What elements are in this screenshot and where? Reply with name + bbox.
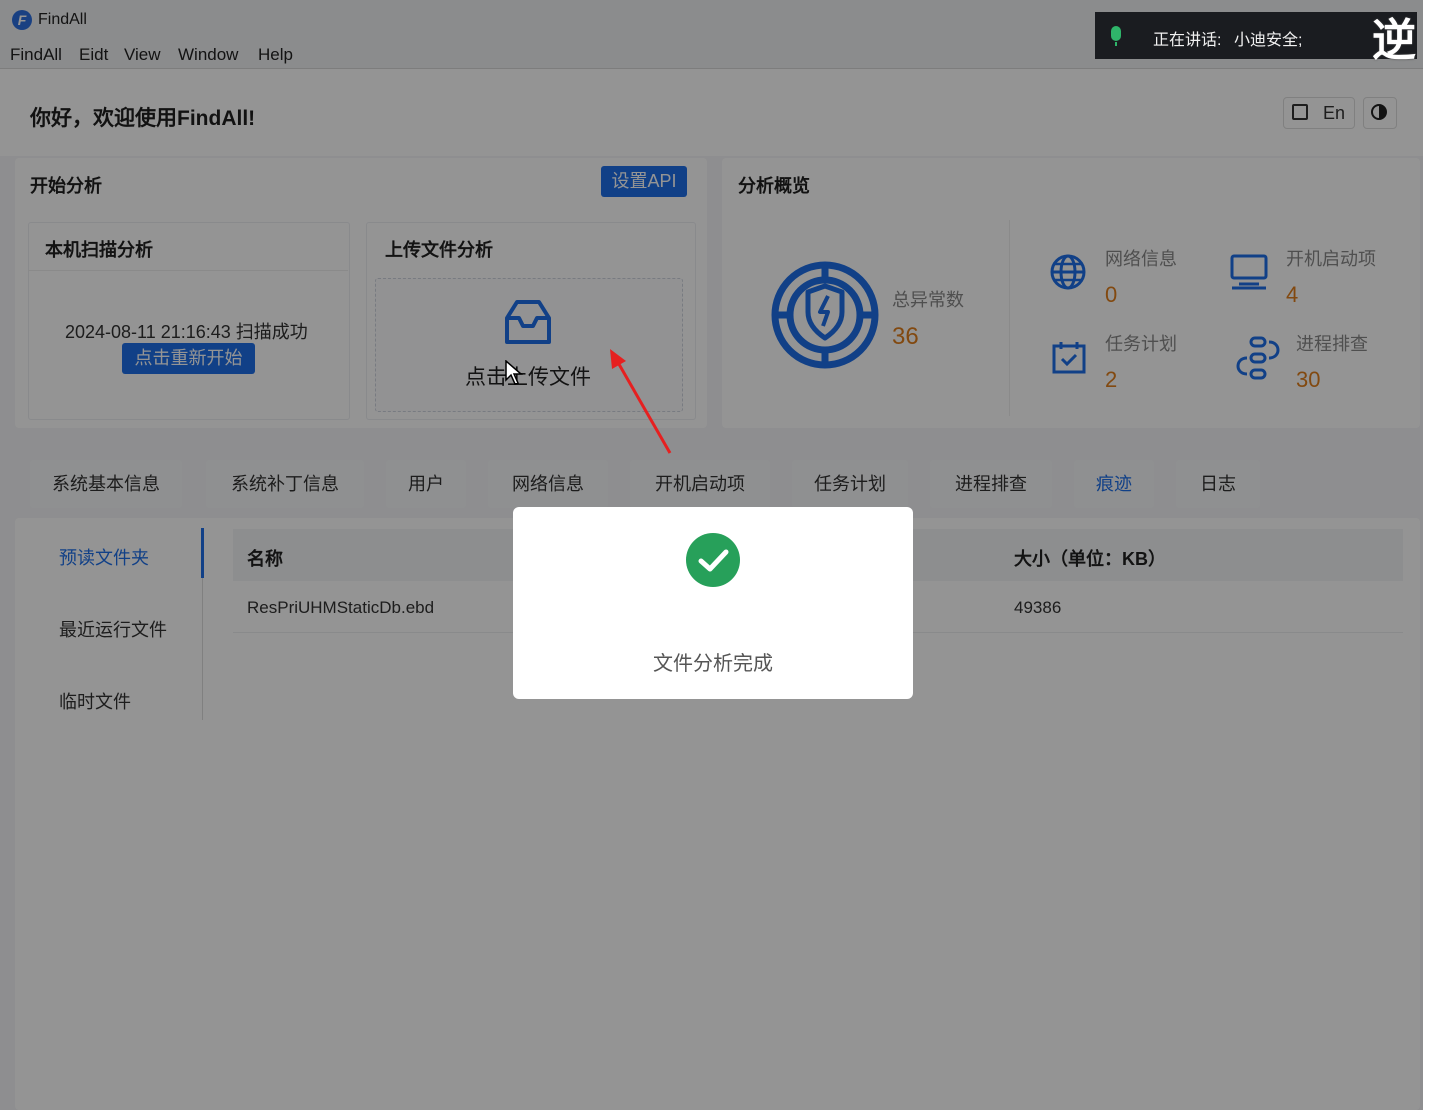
speaking-name: 小迪安全; [1234,32,1303,49]
success-check-icon [686,533,740,587]
corner-watermark-text: 逆 [1372,16,1416,65]
microphone-icon [1111,26,1121,46]
annotation-arrow [610,349,672,454]
success-dialog: 文件分析完成 [513,507,913,699]
mouse-cursor-icon [505,360,523,385]
speaking-label: 正在讲话: [1153,32,1222,49]
speaking-banner: 正在讲话: 小迪安全; [1095,12,1417,59]
app-window: F FindAll FindAll Eidt View Window Help … [0,0,1423,1110]
dialog-message: 文件分析完成 [653,653,773,675]
